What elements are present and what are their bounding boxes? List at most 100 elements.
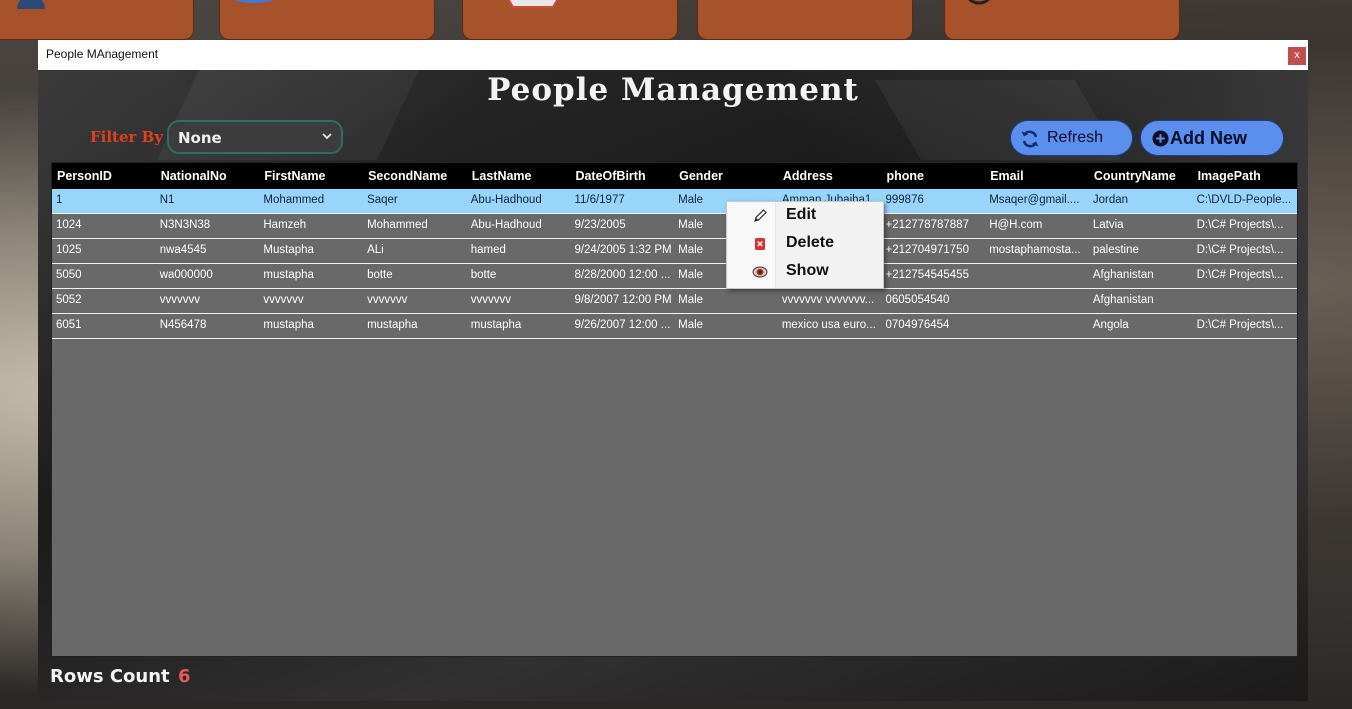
column-header[interactable]: Email (985, 163, 1089, 189)
table-cell: mostaphamosta... (989, 244, 1081, 256)
table-cell: Angola (1092, 319, 1129, 331)
table-cell: 0605054540 (885, 294, 950, 306)
column-header[interactable]: phone (882, 163, 986, 189)
tile-icon (17, 0, 45, 9)
context-menu: Edit Delete Show (726, 201, 884, 289)
gear-icon (968, 0, 990, 5)
table-cell (1193, 289, 1297, 313)
table-cell: N1 (159, 194, 175, 206)
table-row[interactable]: 1024 N3N3N38 Hamzeh Mohammed Abu-Hadhoud 9/23… (52, 214, 1297, 239)
context-menu-delete[interactable]: Delete (727, 230, 883, 258)
filter-dropdown[interactable]: None (167, 120, 343, 154)
app-tile-1[interactable] (0, 0, 194, 40)
add-new-button[interactable]: Add New (1140, 120, 1284, 156)
window-titlebar[interactable]: People MAnagement x (38, 40, 1308, 71)
app-tile-4[interactable] (697, 0, 913, 40)
table-body: 1 N1 Mohammed Saqer Abu-Hadhoud 11/6/1977 Male… (52, 189, 1297, 339)
refresh-label: Refresh (1047, 129, 1104, 146)
table-row[interactable]: 5050 wa000000 mustapha botte botte 8/28/2000 … (52, 264, 1297, 289)
table-cell (985, 264, 1089, 288)
table-cell: Male (678, 294, 704, 306)
table-cell: 6051 (56, 319, 82, 331)
context-menu-show-label: Show (786, 262, 829, 279)
table-row[interactable]: 6051 N456478 mustapha mustapha mustapha 9/26/… (52, 314, 1297, 339)
table-cell: Mustapha (263, 244, 314, 256)
users-icon (702, 0, 762, 9)
column-header[interactable]: PersonID (52, 163, 156, 189)
table-cell: D:\C# Projects\... (1196, 319, 1284, 331)
table-row[interactable]: 1 N1 Mohammed Saqer Abu-Hadhoud 11/6/1977 Male… (52, 189, 1297, 214)
window-content: People Management Filter By None Refresh… (38, 70, 1308, 701)
table-cell: ALi (367, 244, 384, 256)
column-header[interactable]: CountryName (1089, 163, 1193, 189)
column-header[interactable]: LastName (467, 163, 571, 189)
window-title: People MAnagement (46, 47, 159, 61)
table-cell: nwa4545 (159, 244, 207, 256)
add-new-label: Add New (1170, 128, 1248, 148)
table-cell: wa000000 (159, 269, 213, 281)
context-menu-edit[interactable]: Edit (727, 202, 883, 230)
table-cell: Mohammed (263, 194, 325, 206)
people-management-window: People MAnagement x People Management Fi… (38, 40, 1308, 701)
column-header[interactable]: DateOfBirth (570, 163, 674, 189)
table-cell: +212754545455 (885, 269, 969, 281)
table-cell: 9/8/2007 12:00 PM (574, 294, 672, 306)
table-cell: 9/23/2005 (574, 219, 626, 231)
table-cell: Afghanistan (1092, 269, 1154, 281)
column-header[interactable]: NationalNo (156, 163, 260, 189)
table-cell: Hamzeh (263, 219, 307, 231)
rows-count-label: Rows Count (50, 666, 170, 687)
table-cell: Abu-Hadhoud (470, 194, 542, 206)
column-header[interactable]: Gender (674, 163, 778, 189)
table-row[interactable]: 1025 nwa4545 Mustapha ALi hamed 9/24/2005 1:3… (52, 239, 1297, 264)
table-cell: botte (367, 269, 393, 281)
delete-icon (755, 238, 765, 250)
table-cell: 8/28/2000 12:00 ... (574, 269, 671, 281)
table-cell: vvvvvvv vvvvvvv... (781, 294, 875, 306)
table-cell (985, 289, 1089, 313)
monitor-icon (507, 0, 559, 8)
table-cell: palestine (1092, 244, 1139, 256)
table-cell: Afghanistan (1092, 294, 1154, 306)
table-cell: Male (678, 319, 704, 331)
refresh-button[interactable]: Refresh (1010, 120, 1133, 156)
column-header[interactable]: Address (778, 163, 882, 189)
table-cell: 1 (56, 194, 63, 206)
table-cell: vvvvvvv (159, 294, 200, 306)
table-cell: D:\C# Projects\... (1196, 219, 1284, 231)
table-cell: +212704971750 (885, 244, 969, 256)
table-cell: Jordan (1092, 194, 1129, 206)
table-cell: mustapha (263, 319, 314, 331)
context-menu-delete-label: Delete (786, 234, 835, 251)
column-header[interactable]: FirstName (259, 163, 363, 189)
pencil-icon (754, 209, 767, 222)
people-icon (233, 0, 275, 3)
chevron-down-icon (322, 133, 332, 140)
table-cell: hamed (470, 244, 506, 256)
context-menu-show[interactable]: Show (727, 258, 883, 286)
people-table[interactable]: PersonID NationalNo FirstName SecondName Las… (51, 162, 1298, 657)
table-cell: 1025 (56, 244, 82, 256)
table-cell: mustapha (263, 269, 314, 281)
page-title: People Management (487, 72, 859, 108)
table-cell: Mohammed (367, 219, 428, 231)
table-cell: Abu-Hadhoud (470, 219, 542, 231)
app-tile-2[interactable] (219, 0, 435, 40)
table-row[interactable]: 5052 vvvvvvv vvvvvvv vvvvvvv vvvvvvv 9/8/2007… (52, 289, 1297, 314)
table-cell: 9/24/2005 1:32 PM (574, 244, 672, 256)
table-cell: mustapha (470, 319, 522, 331)
table-cell: mexico usa euro... (781, 319, 876, 331)
column-header[interactable]: SecondName (363, 163, 467, 189)
app-tile-5[interactable] (944, 0, 1180, 40)
table-cell: C:\DVLD-People... (1196, 194, 1292, 206)
plus-circle-icon (1152, 130, 1169, 147)
table-cell: botte (470, 269, 497, 281)
table-cell: +212778787887 (885, 219, 969, 231)
column-header[interactable]: ImagePath (1193, 163, 1297, 189)
table-cell: Msaqer@gmail.... (989, 194, 1080, 206)
app-tile-3[interactable] (462, 0, 678, 40)
table-cell: mustapha (367, 319, 418, 331)
close-button[interactable]: x (1288, 47, 1306, 65)
table-cell: Saqer (367, 194, 398, 206)
table-cell: vvvvvvv (470, 294, 511, 306)
